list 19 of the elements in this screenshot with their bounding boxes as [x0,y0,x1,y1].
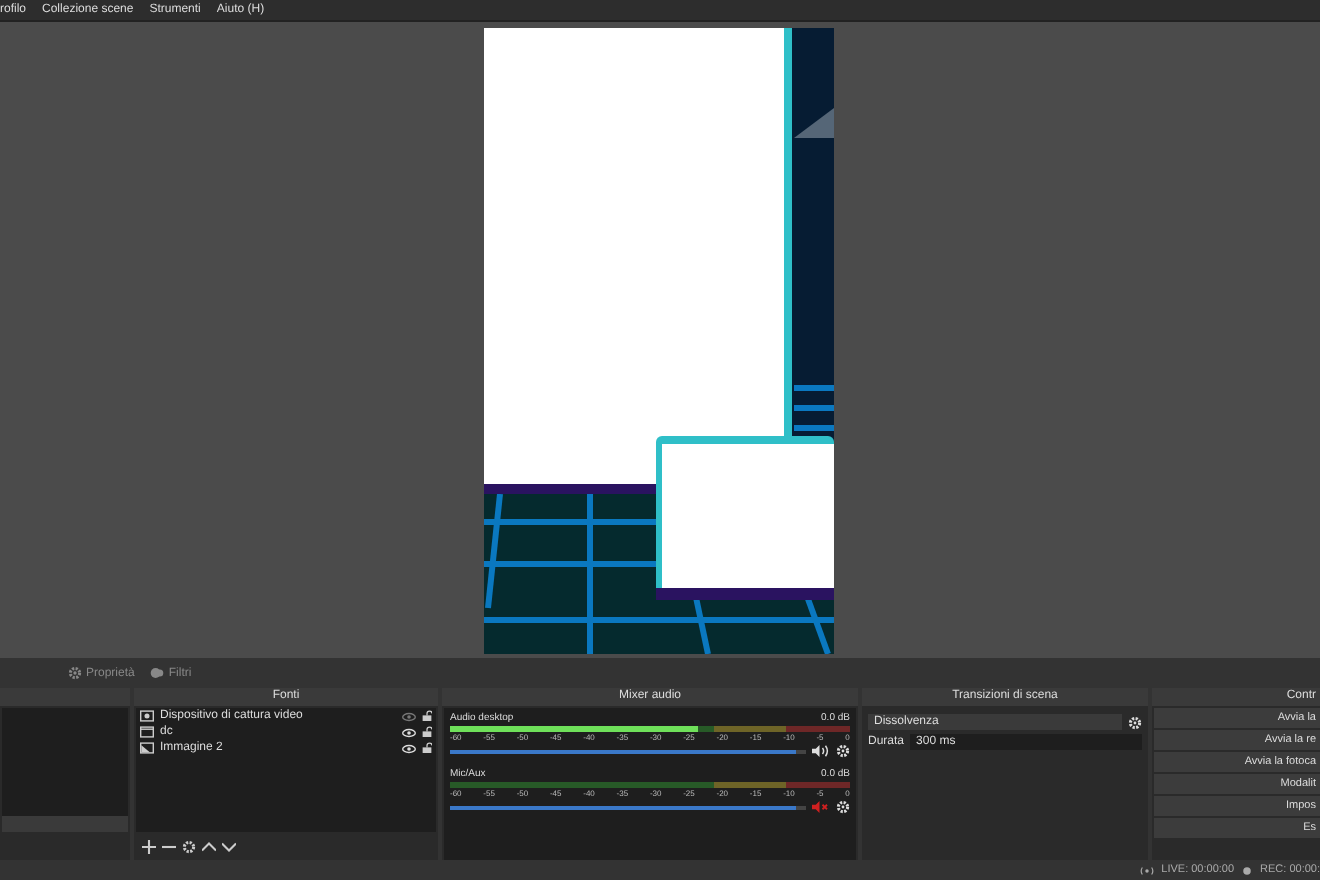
settings-icon[interactable] [836,800,850,815]
up-icon[interactable] [202,839,216,854]
gear-icon [68,666,82,681]
camera-icon [140,710,154,723]
broadcast-icon [1139,865,1154,876]
speaker-icon[interactable] [812,744,830,759]
lock-icon[interactable] [422,726,432,739]
muted-speaker-icon[interactable] [812,800,830,815]
window-icon [140,726,154,739]
record-icon [1242,865,1253,876]
settings-icon[interactable] [1128,715,1142,730]
add-icon[interactable] [142,839,156,854]
lock-icon[interactable] [422,742,432,755]
circles-icon [150,666,165,681]
settings-icon[interactable] [182,839,196,854]
lock-icon[interactable] [422,710,432,723]
settings-icon[interactable] [836,744,850,759]
image-icon [140,742,154,755]
down-icon[interactable] [222,839,236,854]
